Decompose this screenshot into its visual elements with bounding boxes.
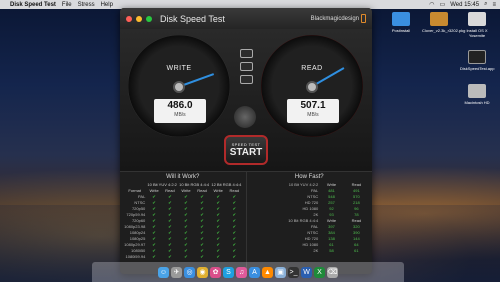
stress-button[interactable]: [239, 62, 253, 71]
menu-item-stress[interactable]: Stress: [78, 2, 95, 8]
installer-icon: [468, 12, 486, 26]
target-drive-button[interactable]: [239, 49, 253, 58]
read-readout: 507.1 MB/s: [287, 99, 339, 123]
write-gauge-label: WRITE: [166, 65, 192, 72]
desktop-icon-postinstall[interactable]: Postinstall: [384, 12, 418, 33]
brand-mark-icon: [361, 14, 366, 23]
hard-drive-icon: [468, 84, 486, 98]
format-label: 2K: [313, 248, 319, 253]
will-it-work-panel: Will it Work? 10 Bit YUV 4:2:2 10 Bit RG…: [120, 172, 246, 274]
table-row: 2K 58 61: [250, 248, 370, 254]
write-readout: 486.0 MB/s: [154, 99, 206, 123]
skype-icon[interactable]: S: [223, 266, 234, 278]
close-button[interactable]: [126, 15, 132, 22]
write-gauge-hub: [173, 81, 185, 93]
trash-icon[interactable]: ⌫: [327, 266, 338, 278]
start-button-label: START: [229, 147, 263, 158]
launchpad-icon[interactable]: ✈: [171, 266, 182, 278]
check-icon: ✔: [168, 254, 172, 259]
read-gauge-label: READ: [301, 65, 323, 72]
fps-value: 58: [329, 248, 334, 253]
desktop-icon-install-yosemite[interactable]: Install OS X Yosemite: [460, 12, 494, 38]
title-bar[interactable]: Disk Speed Test Blackmagicdesign: [120, 8, 372, 29]
settings-knob-icon[interactable]: [234, 106, 256, 128]
dock: ☺ ✈ ◎ ◉ ✿ S ♫ A ▲ ▣ >_ W X ⌫: [92, 262, 404, 282]
wifi-icon[interactable]: ◠: [429, 1, 434, 8]
battery-icon[interactable]: ▭: [440, 1, 446, 8]
check-icon: ✔: [232, 254, 236, 259]
will-it-work-title: Will it Work?: [166, 174, 200, 180]
package-icon: [430, 12, 448, 26]
will-it-work-table: 10 Bit YUV 4:2:2 10 Bit RGB 4:4:4 12 Bit…: [123, 182, 243, 260]
menu-extras: ◠ ▭ Wed 15:45 ⌕ ≡: [429, 1, 496, 8]
check-icon: ✔: [216, 254, 220, 259]
settings-button[interactable]: [239, 75, 253, 84]
terminal-icon[interactable]: >_: [288, 266, 299, 278]
app-icon: [468, 50, 486, 64]
zoom-button[interactable]: [146, 15, 152, 22]
appstore-icon[interactable]: A: [249, 266, 260, 278]
disk-speed-test-window: Disk Speed Test Blackmagicdesign WRITE 4…: [120, 8, 372, 274]
read-speed-unit: MB/s: [307, 112, 319, 118]
menu-item-file[interactable]: File: [62, 2, 72, 8]
desktop-icon-diskspeedtest[interactable]: DiskSpeedTest.app: [460, 50, 494, 71]
clock[interactable]: Wed 15:45: [450, 2, 479, 8]
safari-icon[interactable]: ◎: [184, 266, 195, 278]
brand-logo: Blackmagicdesign: [311, 14, 366, 23]
folder-icon: [392, 12, 410, 26]
menu-item-help[interactable]: Help: [101, 2, 113, 8]
menu-app-name[interactable]: Disk Speed Test: [10, 2, 56, 8]
check-icon: ✔: [184, 254, 188, 259]
check-icon: ✔: [152, 254, 156, 259]
itunes-icon[interactable]: ♫: [236, 266, 247, 278]
vlc-icon[interactable]: ▲: [262, 266, 273, 278]
read-speed-value: 507.1: [300, 100, 326, 111]
window-title: Disk Speed Test: [160, 13, 225, 24]
write-gauge: WRITE 486.0 MB/s: [128, 35, 230, 137]
settings-buttons: [235, 49, 257, 84]
desktop-icon-clover-pkg[interactable]: Clover_v2.3k_r3202.pkg: [422, 12, 465, 33]
start-button[interactable]: SPEED TEST START: [224, 135, 268, 165]
how-fast-title: How Fast?: [294, 174, 324, 180]
results-area: Will it Work? 10 Bit YUV 4:2:2 10 Bit RG…: [120, 171, 372, 274]
read-gauge-hub: [306, 81, 318, 93]
how-fast-rows-rgb: PAL 397 320 NTSC 384 390 HD 720 138 144 HD 1080 61…: [250, 224, 370, 254]
how-fast-panel: How Fast? 10 Bit YUV 4:2:2 Write Read PA…: [245, 172, 373, 274]
how-fast-table: 10 Bit YUV 4:2:2 Write Read PAL 481 491 NTS…: [250, 182, 370, 254]
search-icon[interactable]: ⌕: [484, 1, 487, 8]
word-icon[interactable]: W: [301, 266, 312, 278]
photos-icon[interactable]: ✿: [210, 266, 221, 278]
desktop-icon-macintosh-hd[interactable]: Macintosh HD: [460, 84, 494, 105]
how-fast-rows-yuv: PAL 481 491 NTSC 548 570 HD 720 257 218 HD 1080 92…: [250, 188, 370, 218]
read-gauge: READ 507.1 MB/s: [261, 35, 363, 137]
write-speed-unit: MB/s: [174, 112, 186, 118]
chrome-icon[interactable]: ◉: [197, 266, 208, 278]
check-icon: ✔: [200, 254, 204, 259]
will-it-work-rows: PAL ✔ ✔ ✔ ✔ ✔ ✔ NTSC ✔ ✔ ✔ ✔ ✔ ✔ 720p50 ✔ ✔ ✔ ✔ ✔ ✔ 720p59.94…: [123, 194, 243, 260]
gauge-area: WRITE 486.0 MB/s READ 507.1 MB/s SPEED T…: [120, 29, 372, 171]
fps-value: 61: [354, 248, 359, 253]
format-label: 1080i59.94: [125, 254, 146, 259]
minimize-button[interactable]: [136, 15, 142, 22]
desktop-icons: Postinstall Clover_v2.3k_r3202.pkg Insta…: [384, 12, 494, 112]
excel-icon[interactable]: X: [314, 266, 325, 278]
table-row: 1080i59.94 ✔ ✔ ✔ ✔ ✔ ✔: [123, 254, 243, 260]
finder-icon[interactable]: ☺: [158, 266, 169, 278]
preview-icon[interactable]: ▣: [275, 266, 286, 278]
menu-list-icon[interactable]: ≡: [492, 2, 496, 8]
write-speed-value: 486.0: [167, 100, 193, 111]
